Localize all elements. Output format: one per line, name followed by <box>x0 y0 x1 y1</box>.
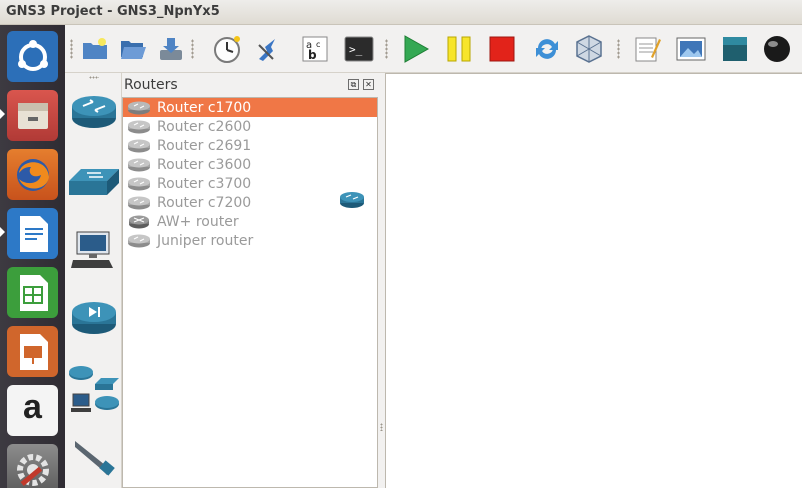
ubuntu-dash-icon[interactable] <box>7 31 58 82</box>
new-project-icon[interactable] <box>79 33 111 65</box>
virtualbox-icon[interactable] <box>573 33 605 65</box>
list-item[interactable]: Router c2600 <box>123 117 377 136</box>
ellipse-icon[interactable] <box>761 33 793 65</box>
toolbar-separator <box>70 39 73 59</box>
list-item-label: Router c3600 <box>157 156 252 173</box>
unity-launcher: a <box>0 25 65 488</box>
list-item-label: Router c7200 <box>157 194 252 211</box>
end-devices-category-icon[interactable] <box>65 221 122 279</box>
image-icon[interactable] <box>675 33 707 65</box>
routers-category-icon[interactable] <box>65 83 122 141</box>
toolbar-grip <box>89 76 99 79</box>
switches-category-icon[interactable] <box>65 153 122 211</box>
list-item-label: Router c2691 <box>157 137 252 154</box>
svg-text:c: c <box>316 40 320 49</box>
drag-router-icon[interactable] <box>339 191 365 213</box>
dock-title: Routers <box>124 77 178 93</box>
router-icon <box>127 177 151 191</box>
reload-icon[interactable] <box>531 33 563 65</box>
save-project-icon[interactable] <box>155 33 187 65</box>
svg-text:b: b <box>308 48 317 62</box>
list-item-label: Router c1700 <box>157 99 252 116</box>
impress-icon[interactable] <box>7 326 58 377</box>
list-item[interactable]: Router c3600 <box>123 155 377 174</box>
firefox-icon[interactable] <box>7 149 58 200</box>
routers-dock: Routers ⧉ ✕ Router c1700 Router c2600 Ro… <box>122 73 379 488</box>
files-icon[interactable] <box>7 90 58 141</box>
device-category-strip <box>65 73 122 488</box>
list-item-label: Juniper router <box>157 232 254 249</box>
stop-icon[interactable] <box>486 33 518 65</box>
splitter-grip <box>380 423 383 431</box>
snapshot-icon[interactable] <box>211 33 243 65</box>
dock-splitter[interactable] <box>378 73 385 488</box>
calc-icon[interactable] <box>7 267 58 318</box>
list-item-label: Router c2600 <box>157 118 252 135</box>
settings-icon[interactable] <box>7 444 58 488</box>
security-devices-category-icon[interactable] <box>65 289 122 347</box>
running-indicator <box>0 227 5 237</box>
list-item[interactable]: Router c2691 <box>123 136 377 155</box>
all-devices-category-icon[interactable] <box>65 359 122 417</box>
list-item[interactable]: AW+ router <box>123 212 377 231</box>
list-item-label: Router c3700 <box>157 175 252 192</box>
dock-close-button[interactable]: ✕ <box>363 79 374 90</box>
window-title: GNS3 Project - GNS3_NpnYx5 <box>6 4 220 19</box>
list-item-label: AW+ router <box>157 213 239 230</box>
console-icon[interactable]: >_ <box>343 33 375 65</box>
router-icon <box>127 139 151 153</box>
main-toolbar: acb >_ <box>65 25 802 73</box>
amazon-icon[interactable]: a <box>7 385 58 436</box>
link-category-icon[interactable] <box>65 427 122 485</box>
list-item[interactable]: Juniper router <box>123 231 377 250</box>
svg-text:>_: >_ <box>349 43 363 56</box>
router-icon <box>127 196 151 210</box>
router-icon <box>127 215 151 229</box>
label-icon[interactable]: acb <box>299 33 331 65</box>
open-project-icon[interactable] <box>117 33 149 65</box>
connection-icon[interactable] <box>253 33 285 65</box>
toolbar-separator <box>385 39 388 59</box>
window-titlebar: GNS3 Project - GNS3_NpnYx5 <box>0 0 802 25</box>
rectangle-icon[interactable] <box>719 33 751 65</box>
running-indicator <box>0 109 5 119</box>
router-list: Router c1700 Router c2600 Router c2691 R… <box>122 97 378 488</box>
suspend-icon[interactable] <box>443 33 475 65</box>
router-icon <box>127 234 151 248</box>
topology-canvas[interactable] <box>385 73 802 488</box>
dock-float-button[interactable]: ⧉ <box>348 79 359 90</box>
router-icon <box>127 101 151 115</box>
start-icon[interactable] <box>399 33 431 65</box>
writer-icon[interactable] <box>7 208 58 259</box>
note-icon[interactable] <box>631 33 663 65</box>
toolbar-separator <box>191 39 194 59</box>
router-icon <box>127 158 151 172</box>
list-item[interactable]: Router c1700 <box>123 98 377 117</box>
toolbar-separator <box>617 39 620 59</box>
router-icon <box>127 120 151 134</box>
